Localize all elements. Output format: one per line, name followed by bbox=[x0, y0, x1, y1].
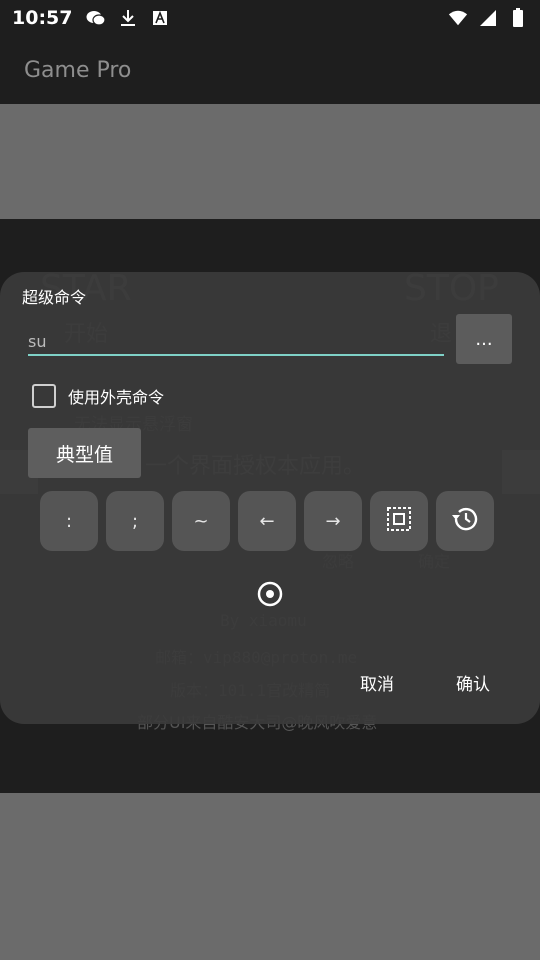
app-title: Game Pro bbox=[24, 57, 132, 83]
command-input[interactable] bbox=[28, 324, 444, 356]
symbol-key-row: : ; ~ ← → bbox=[40, 491, 494, 551]
status-time: 10:57 bbox=[12, 7, 73, 29]
bottom-band bbox=[0, 793, 540, 960]
use-shell-checkbox[interactable] bbox=[32, 384, 56, 408]
wifi-icon bbox=[448, 8, 468, 28]
font-icon bbox=[150, 8, 170, 28]
use-shell-row[interactable]: 使用外壳命令 bbox=[32, 384, 164, 408]
status-icons-left bbox=[86, 8, 170, 28]
right-arrow-key[interactable]: → bbox=[304, 491, 362, 551]
semicolon-key[interactable]: ; bbox=[106, 491, 164, 551]
history-key[interactable] bbox=[436, 491, 494, 551]
top-band bbox=[0, 104, 540, 219]
battery-icon bbox=[508, 8, 528, 28]
cancel-button[interactable]: 取消 bbox=[360, 670, 394, 695]
use-shell-label: 使用外壳命令 bbox=[68, 388, 165, 407]
super-command-dialog: 超级命令 ... 使用外壳命令 典型值 : ; ~ ← → 取消 确认 bbox=[0, 272, 540, 724]
app-bar: Game Pro bbox=[0, 36, 540, 104]
dialog-title: 超级命令 bbox=[22, 288, 87, 307]
eye-icon[interactable] bbox=[256, 581, 284, 607]
signal-icon bbox=[478, 8, 498, 28]
history-icon bbox=[450, 505, 480, 538]
left-arrow-key[interactable]: ← bbox=[238, 491, 296, 551]
colon-key[interactable]: : bbox=[40, 491, 98, 551]
select-all-icon bbox=[386, 506, 412, 537]
select-all-key[interactable] bbox=[370, 491, 428, 551]
tilde-key[interactable]: ~ bbox=[172, 491, 230, 551]
confirm-button[interactable]: 确认 bbox=[456, 670, 490, 695]
more-button[interactable]: ... bbox=[456, 314, 512, 364]
status-bar: 10:57 bbox=[0, 0, 540, 36]
wechat-icon bbox=[86, 8, 107, 28]
typical-value-button[interactable]: 典型值 bbox=[28, 428, 141, 478]
status-icons-right bbox=[448, 8, 528, 28]
download-icon bbox=[118, 8, 138, 28]
